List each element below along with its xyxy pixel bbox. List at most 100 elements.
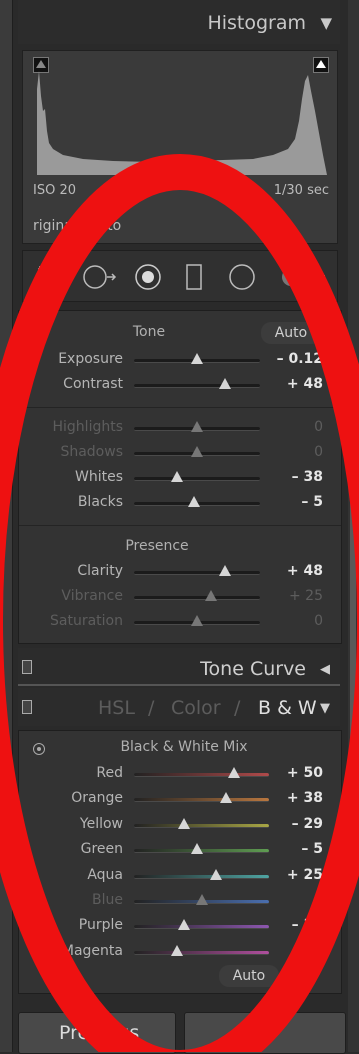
slider-thumb[interactable] xyxy=(204,590,217,601)
slider-label: Shadows xyxy=(60,444,123,460)
slider-thumb[interactable] xyxy=(191,421,203,432)
reset-button[interactable]: R xyxy=(184,1012,346,1054)
histogram-title: Histogram xyxy=(207,12,306,34)
slider-value[interactable]: + 48 xyxy=(287,563,323,579)
divider xyxy=(19,525,341,526)
slider-thumb[interactable] xyxy=(191,446,203,457)
slider-value[interactable]: 0 xyxy=(314,419,323,435)
slider-track[interactable] xyxy=(134,874,269,879)
slider-thumb[interactable] xyxy=(188,496,201,507)
presence-section-title: Presence xyxy=(125,538,189,554)
slider-track[interactable] xyxy=(134,950,269,955)
slider-track[interactable] xyxy=(134,477,260,481)
slider-value[interactable]: – 5 xyxy=(301,494,323,510)
slider-value[interactable]: 0 xyxy=(314,613,323,629)
tab-color[interactable]: Color xyxy=(171,697,221,719)
slider-thumb[interactable] xyxy=(195,894,208,905)
collapse-triangle-icon[interactable]: ▼ xyxy=(320,701,330,716)
radial-filter-icon[interactable] xyxy=(227,263,259,291)
scrollbar-thumb[interactable] xyxy=(350,405,356,835)
slider-value[interactable]: – 38 xyxy=(292,469,323,485)
slider-row-blue[interactable]: Blue 0 xyxy=(19,890,341,912)
red-eye-icon[interactable] xyxy=(133,263,165,291)
panel-toggle-icon[interactable] xyxy=(22,700,32,714)
slider-value[interactable]: + 25 xyxy=(289,588,323,604)
slider-row-green[interactable]: Green – 5 xyxy=(19,839,341,861)
slider-label: Saturation xyxy=(50,613,123,629)
slider-row-saturation[interactable]: Saturation 0 xyxy=(19,611,341,633)
slider-row-blacks[interactable]: Blacks – 5 xyxy=(19,492,341,514)
slider-track[interactable] xyxy=(134,925,269,930)
slider-row-red[interactable]: Red + 50 xyxy=(19,763,341,785)
tool-strip xyxy=(22,250,338,302)
slider-track[interactable] xyxy=(134,571,260,575)
slider-thumb[interactable] xyxy=(177,919,190,931)
slider-value[interactable]: + 50 xyxy=(287,765,323,781)
slider-thumb[interactable] xyxy=(191,843,204,855)
slider-thumb[interactable] xyxy=(219,792,232,804)
black-white-mix-panel: Black & White Mix Red + 50 Orange + 38 Yello… xyxy=(18,730,342,994)
slider-track[interactable] xyxy=(134,798,269,803)
expand-triangle-icon[interactable]: ◀ xyxy=(320,662,330,677)
slider-thumb[interactable] xyxy=(171,944,184,956)
previous-button[interactable]: Previous xyxy=(18,1012,176,1054)
slider-thumb[interactable] xyxy=(218,565,231,576)
slider-track[interactable] xyxy=(134,773,269,777)
previous-label: Previous xyxy=(59,1022,140,1044)
slider-row-whites[interactable]: Whites – 38 xyxy=(19,467,341,489)
slider-thumb[interactable] xyxy=(170,471,183,482)
slider-row-contrast[interactable]: Contrast + 48 xyxy=(19,374,341,396)
slider-label: Orange xyxy=(71,790,123,807)
slider-value[interactable]: + 38 xyxy=(287,790,323,806)
slider-label: Green xyxy=(80,841,123,858)
tone-auto-button[interactable]: Auto xyxy=(261,322,321,344)
slider-value[interactable]: 0 xyxy=(314,892,323,908)
slider-row-clarity[interactable]: Clarity + 48 xyxy=(19,561,341,583)
panel-toggle-icon[interactable] xyxy=(22,660,32,674)
histogram-header[interactable]: Histogram ▼ xyxy=(18,0,340,44)
shutter-speed-text: 1/30 sec xyxy=(273,183,329,198)
tab-separator: / xyxy=(234,697,241,719)
slider-thumb[interactable] xyxy=(191,353,203,364)
target-adjustment-icon[interactable] xyxy=(33,743,45,755)
slider-value[interactable]: – 30 xyxy=(292,917,323,933)
slider-thumb[interactable] xyxy=(177,817,190,829)
collapse-triangle-icon[interactable]: ▼ xyxy=(320,14,332,32)
slider-track[interactable] xyxy=(134,823,269,828)
slider-thumb[interactable] xyxy=(210,868,223,880)
slider-row-aqua[interactable]: Aqua + 25 xyxy=(19,865,341,887)
slider-track[interactable] xyxy=(134,384,260,388)
slider-label: Yellow xyxy=(79,815,123,832)
slider-label: Vibrance xyxy=(61,588,123,604)
slider-row-vibrance[interactable]: Vibrance + 25 xyxy=(19,586,341,608)
basic-panel: Tone Auto Exposure – 0.12 Contrast + 48 Hig… xyxy=(18,310,342,644)
iso-text: ISO 20 xyxy=(33,183,76,198)
slider-track[interactable] xyxy=(134,596,260,600)
slider-value[interactable]: – 29 xyxy=(292,816,323,832)
slider-row-orange[interactable]: Orange + 38 xyxy=(19,788,341,810)
slider-row-purple[interactable]: Purple – 30 xyxy=(19,915,341,937)
slider-row-exposure[interactable]: Exposure – 0.12 xyxy=(19,349,341,371)
crop-overlay-icon[interactable] xyxy=(35,263,67,291)
bw-auto-button[interactable]: Auto xyxy=(219,965,279,987)
slider-value[interactable]: – 5 xyxy=(301,841,323,857)
slider-thumb[interactable] xyxy=(218,378,231,389)
tone-curve-header[interactable]: Tone Curve ◀ xyxy=(18,648,340,686)
slider-value[interactable]: 0 xyxy=(314,444,323,460)
spot-removal-icon[interactable] xyxy=(81,263,121,291)
slider-value[interactable]: – 40 xyxy=(292,943,323,959)
tab-bw[interactable]: B & W xyxy=(258,697,317,719)
slider-thumb[interactable] xyxy=(227,767,240,778)
slider-value[interactable]: + 25 xyxy=(287,867,323,883)
slider-row-highlights[interactable]: Highlights 0 xyxy=(19,417,341,439)
slider-row-magenta[interactable]: Magenta – 40 xyxy=(19,941,341,963)
slider-value[interactable]: – 0.12 xyxy=(277,351,323,367)
slider-row-yellow[interactable]: Yellow – 29 xyxy=(19,814,341,836)
slider-value[interactable]: + 48 xyxy=(287,376,323,392)
adjustment-brush-icon[interactable] xyxy=(277,263,331,291)
divider xyxy=(19,407,341,408)
graduated-filter-icon[interactable] xyxy=(183,263,207,291)
tab-hsl[interactable]: HSL xyxy=(98,697,135,719)
slider-thumb[interactable] xyxy=(191,615,203,626)
slider-row-shadows[interactable]: Shadows 0 xyxy=(19,442,341,464)
